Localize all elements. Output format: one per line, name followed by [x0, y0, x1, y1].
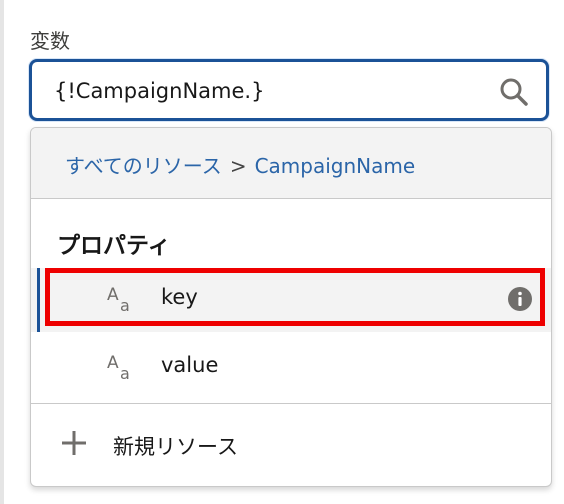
breadcrumb-current-link[interactable]: CampaignName — [255, 154, 416, 178]
new-resource-label: 新規リソース — [113, 435, 238, 459]
option-key[interactable]: A a key — [31, 268, 551, 332]
variable-combobox[interactable] — [29, 59, 549, 121]
resource-picker-dropdown: すべてのリソース > CampaignName プロパティ A a key A a … — [30, 127, 552, 487]
breadcrumb-bar: すべてのリソース > CampaignName — [31, 128, 551, 199]
properties-heading: プロパティ — [57, 233, 171, 259]
option-label: value — [161, 353, 219, 377]
focus-indicator — [37, 268, 40, 332]
info-icon[interactable] — [507, 286, 533, 312]
text-type-icon: A a — [107, 285, 130, 314]
search-icon[interactable] — [498, 76, 530, 108]
variable-search-input[interactable] — [54, 76, 474, 106]
plus-icon — [62, 431, 86, 455]
variable-field-label: 変数 — [30, 29, 70, 53]
panel-edge — [0, 0, 4, 504]
breadcrumb-separator: > — [229, 154, 247, 178]
svg-text:A: A — [107, 353, 119, 373]
option-label: key — [161, 285, 198, 309]
new-resource-button[interactable]: 新規リソース — [31, 404, 551, 486]
option-value[interactable]: A a value — [31, 336, 551, 400]
svg-text:A: A — [107, 285, 119, 305]
svg-text:a: a — [120, 364, 130, 382]
text-type-icon: A a — [107, 353, 130, 382]
breadcrumb: すべてのリソース > CampaignName — [65, 150, 415, 179]
svg-text:a: a — [120, 296, 130, 314]
breadcrumb-all-resources-link[interactable]: すべてのリソース — [65, 154, 222, 178]
